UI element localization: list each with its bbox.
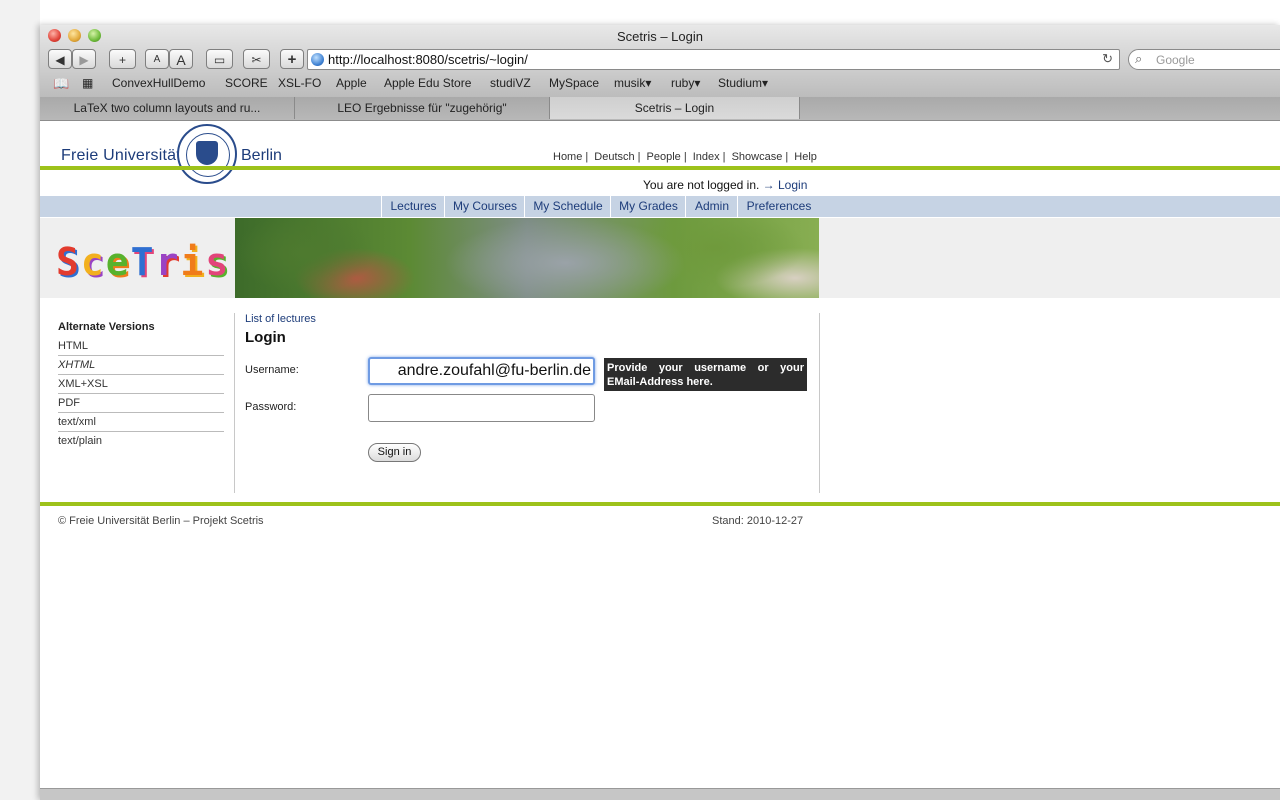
bookmark-item[interactable]: XSL-FO bbox=[278, 76, 321, 90]
nav-help-link[interactable]: Help bbox=[794, 151, 817, 163]
alternate-versions-sidebar: Alternate Versions HTML XHTML XML+XSL PD… bbox=[58, 321, 224, 450]
bookmark-item[interactable]: SCORE bbox=[225, 76, 268, 90]
nav-showcase-link[interactable]: Showcase bbox=[732, 151, 783, 163]
university-seal-logo[interactable] bbox=[177, 124, 237, 184]
menu-admin[interactable]: Admin bbox=[685, 196, 738, 217]
menu-preferences[interactable]: Preferences bbox=[737, 196, 820, 217]
bookmark-item[interactable]: studiVZ bbox=[490, 76, 531, 90]
sidebar-item-pdf[interactable]: PDF bbox=[58, 394, 224, 413]
sidebar-item-xhtml: XHTML bbox=[58, 356, 224, 375]
logo-letter: s bbox=[205, 240, 231, 284]
content-left-border bbox=[234, 313, 235, 493]
password-label: Password: bbox=[245, 401, 297, 413]
sidebar-item-text-xml[interactable]: text/xml bbox=[58, 413, 224, 432]
web-page: Freie Universität Berlin Home | Deutsch | … bbox=[40, 121, 1280, 788]
main-menu: Lectures My Courses My Schedule My Grade… bbox=[40, 196, 1280, 217]
address-bar[interactable]: http://localhost:8080/scetris/~login/ ↻ bbox=[307, 49, 1120, 70]
browser-tab[interactable]: LEO Ergebnisse für "zugehörig" bbox=[295, 97, 550, 119]
search-field[interactable]: ⌕ Google bbox=[1128, 49, 1280, 70]
search-icon: ⌕ bbox=[1135, 51, 1143, 66]
username-tooltip: Provide your username or your EMail-Addr… bbox=[604, 358, 807, 391]
university-name-right: Berlin bbox=[241, 147, 282, 164]
content-right-border bbox=[819, 313, 820, 493]
search-placeholder: Google bbox=[1156, 53, 1195, 67]
logo-letter: r bbox=[155, 240, 181, 284]
university-name-left: Freie Universität bbox=[61, 147, 181, 164]
text-smaller-button[interactable]: A bbox=[145, 49, 169, 69]
browser-tab[interactable]: LaTeX two column layouts and ru... bbox=[40, 97, 295, 119]
login-link[interactable]: → Login bbox=[763, 178, 808, 192]
nav-home-link[interactable]: Home bbox=[553, 151, 582, 163]
text-larger-button[interactable]: A bbox=[169, 49, 193, 69]
new-tab-button[interactable]: + bbox=[280, 49, 304, 69]
login-status: You are not logged in. → Login bbox=[643, 178, 807, 192]
desktop-background bbox=[0, 0, 40, 800]
campus-photo bbox=[235, 218, 819, 298]
nav-index-link[interactable]: Index bbox=[693, 151, 720, 163]
menu-my-grades[interactable]: My Grades bbox=[610, 196, 686, 217]
bookmark-folder[interactable]: musik▾ bbox=[614, 76, 651, 90]
menu-my-courses[interactable]: My Courses bbox=[444, 196, 525, 217]
top-navigation: Home | Deutsch | People | Index | Showcase | … bbox=[553, 151, 817, 163]
menu-lectures[interactable]: Lectures bbox=[381, 196, 445, 217]
title-bar: Scetris – Login bbox=[40, 25, 1280, 47]
browser-window: Scetris – Login ◀ ▶ + A A ▭ ✂ + http://l… bbox=[40, 25, 1280, 800]
tab-bar: LaTeX two column layouts and ru... LEO E… bbox=[40, 97, 1280, 121]
browser-tab-active[interactable]: Scetris – Login bbox=[550, 97, 800, 119]
sidebar-title: Alternate Versions bbox=[58, 321, 155, 333]
username-value: andre.zoufahl@fu-berlin.de bbox=[397, 362, 591, 379]
bookmark-folder[interactable]: ruby▾ bbox=[671, 76, 700, 90]
sidebar-item-text-plain[interactable]: text/plain bbox=[58, 432, 224, 450]
reader-icon[interactable]: ▭ bbox=[206, 49, 233, 69]
breadcrumb-list-of-lectures[interactable]: List of lectures bbox=[245, 313, 316, 325]
logo-letter: T bbox=[130, 240, 156, 284]
top-sites-grid-icon[interactable]: ▦ bbox=[82, 76, 93, 90]
back-button[interactable]: ◀ bbox=[48, 49, 72, 69]
bookmark-item[interactable]: MySpace bbox=[549, 76, 599, 90]
username-label: Username: bbox=[245, 364, 299, 376]
logo-letter: c bbox=[80, 240, 106, 284]
password-input[interactable] bbox=[368, 394, 595, 422]
logo-letter: i bbox=[180, 240, 206, 284]
scetris-logo[interactable]: SceTris bbox=[56, 240, 230, 284]
footer-copyright: © Freie Universität Berlin – Projekt Sce… bbox=[58, 515, 264, 527]
site-globe-icon bbox=[311, 53, 324, 66]
reload-icon[interactable]: ↻ bbox=[1102, 51, 1113, 67]
login-status-text: You are not logged in. bbox=[643, 178, 760, 192]
window-title: Scetris – Login bbox=[617, 29, 703, 44]
bookmark-item[interactable]: Apple Edu Store bbox=[384, 76, 471, 90]
menu-my-schedule[interactable]: My Schedule bbox=[524, 196, 611, 217]
nav-people-link[interactable]: People bbox=[647, 151, 681, 163]
footer-date: Stand: 2010-12-27 bbox=[712, 515, 804, 527]
bookmark-item[interactable]: ConvexHullDemo bbox=[112, 76, 205, 90]
address-text: http://localhost:8080/scetris/~login/ bbox=[328, 52, 528, 67]
browser-chrome: Scetris – Login ◀ ▶ + A A ▭ ✂ + http://l… bbox=[40, 25, 1280, 98]
page-title: Login bbox=[245, 329, 286, 346]
bookmark-folder[interactable]: Studium▾ bbox=[718, 76, 768, 90]
footer-divider bbox=[40, 502, 1280, 506]
username-input[interactable]: andre.zoufahl@fu-berlin.de bbox=[368, 357, 595, 385]
sidebar-item-html[interactable]: HTML bbox=[58, 337, 224, 356]
bookmark-item[interactable]: Apple bbox=[336, 76, 367, 90]
seal-emblem bbox=[196, 141, 218, 165]
add-bookmark-button[interactable]: + bbox=[109, 49, 136, 69]
header-divider bbox=[40, 166, 1280, 170]
status-bar bbox=[40, 788, 1280, 800]
web-clip-icon[interactable]: ✂ bbox=[243, 49, 270, 69]
logo-letter: S bbox=[56, 240, 81, 284]
sidebar-item-xml-xsl[interactable]: XML+XSL bbox=[58, 375, 224, 394]
sign-in-button[interactable]: Sign in bbox=[368, 443, 421, 462]
banner: SceTris bbox=[40, 218, 1280, 298]
nav-deutsch-link[interactable]: Deutsch bbox=[594, 151, 634, 163]
forward-button[interactable]: ▶ bbox=[72, 49, 96, 69]
logo-letter: e bbox=[105, 240, 131, 284]
bookmarks-bar: 📖 ▦ ConvexHullDemo SCORE XSL-FO Apple Ap… bbox=[40, 73, 1280, 93]
bookmarks-book-icon[interactable]: 📖 bbox=[53, 76, 69, 92]
